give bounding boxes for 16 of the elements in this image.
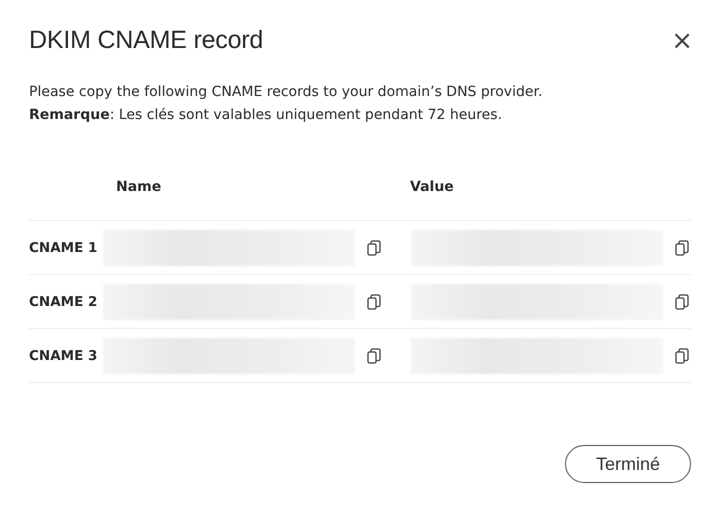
dialog-title: DKIM CNAME record (29, 26, 264, 55)
done-button[interactable]: Terminé (564, 445, 691, 483)
column-header: Value (409, 179, 455, 195)
copy-icon[interactable] (675, 294, 689, 310)
intro-text: Remarque: Les clés sont valables uniquement pendant 72 heures. (29, 106, 504, 125)
copy-icon[interactable] (675, 348, 689, 364)
copy-icon[interactable] (367, 240, 381, 256)
copy-icon[interactable] (367, 348, 381, 364)
close-button[interactable]: × (671, 28, 693, 54)
column-header: Name (115, 179, 162, 195)
copy-icon[interactable] (367, 294, 381, 310)
row-label: CNAME 2 (29, 294, 98, 310)
copy-icon[interactable] (675, 240, 689, 256)
intro-text: Please copy the following CNAME records to your domain’s DNS provider. (29, 83, 544, 102)
row-label: CNAME 1 (29, 240, 98, 256)
row-label: CNAME 3 (29, 348, 98, 364)
